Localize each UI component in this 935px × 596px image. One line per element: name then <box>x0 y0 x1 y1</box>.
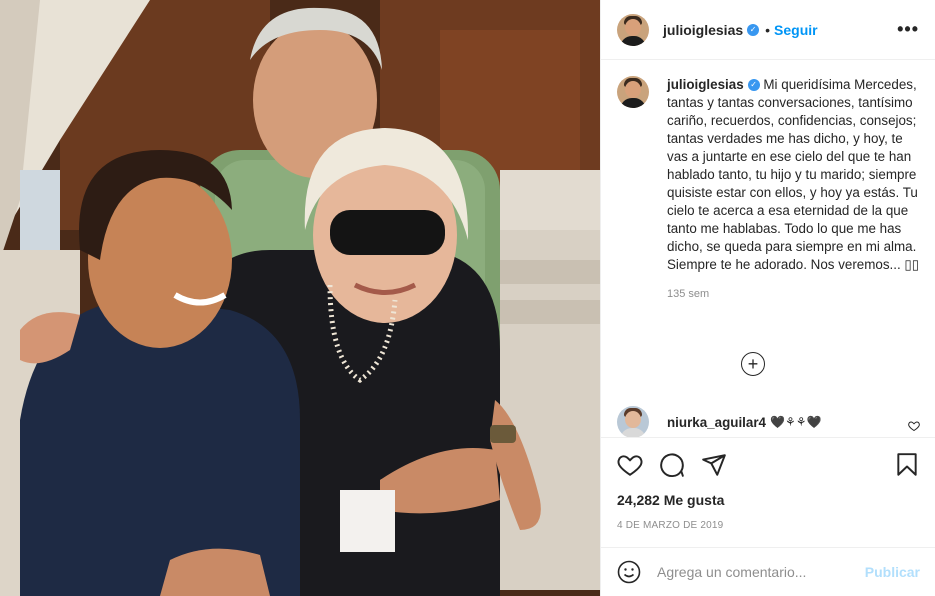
save-bookmark-icon[interactable] <box>894 452 920 478</box>
likes-count[interactable]: 24,282 Me gusta <box>617 492 920 508</box>
post-side-panel: julioiglesias ✓ • Seguir ••• julioiglesi… <box>600 0 935 596</box>
load-more-comments-icon[interactable]: + <box>741 352 765 376</box>
caption-body: Mi queridísima Mercedes, tantas y tantas… <box>667 77 920 272</box>
caption-username[interactable]: julioiglesias <box>667 77 744 92</box>
separator-dot: • <box>765 21 771 38</box>
publish-button[interactable]: Publicar <box>865 564 920 580</box>
comment-input[interactable] <box>657 564 857 580</box>
comments-section: julioiglesias ✓ Mi queridísima Mercedes, … <box>601 60 935 437</box>
follow-button[interactable]: Seguir <box>774 22 818 38</box>
caption-text: julioiglesias ✓ Mi queridísima Mercedes, … <box>667 76 922 274</box>
post-photo[interactable] <box>0 0 600 596</box>
like-heart-icon[interactable] <box>617 452 643 478</box>
post-actions: 24,282 Me gusta 4 DE MARZO DE 2019 <box>601 437 935 531</box>
more-options-icon[interactable]: ••• <box>897 19 919 40</box>
add-comment-bar: Publicar <box>601 547 935 596</box>
avatar[interactable] <box>617 76 649 108</box>
verified-badge-icon: ✓ <box>747 79 760 92</box>
comment-item: niurka_aguilar4 🖤⚘⚘🖤 <box>617 406 920 437</box>
avatar[interactable] <box>617 13 649 46</box>
caption: julioiglesias ✓ Mi queridísima Mercedes, … <box>617 76 920 300</box>
photo-illustration <box>0 0 600 596</box>
post-username[interactable]: julioiglesias <box>663 22 743 38</box>
comment-icon[interactable] <box>659 452 685 478</box>
like-comment-icon[interactable] <box>908 420 920 432</box>
verified-badge-icon: ✓ <box>747 23 760 36</box>
post-date[interactable]: 4 DE MARZO DE 2019 <box>617 520 920 531</box>
emoji-smiley-icon[interactable] <box>617 560 641 584</box>
share-paper-plane-icon[interactable] <box>701 452 727 478</box>
action-icons <box>617 438 920 492</box>
commenter-avatar[interactable] <box>617 406 649 437</box>
commenter-username[interactable]: niurka_aguilar4 <box>667 415 766 430</box>
post-time: 135 sem <box>667 288 710 300</box>
comment-text: 🖤⚘⚘🖤 <box>770 415 822 429</box>
instagram-post-view: julioiglesias ✓ • Seguir ••• julioiglesi… <box>0 0 935 596</box>
post-header: julioiglesias ✓ • Seguir ••• <box>601 0 935 60</box>
